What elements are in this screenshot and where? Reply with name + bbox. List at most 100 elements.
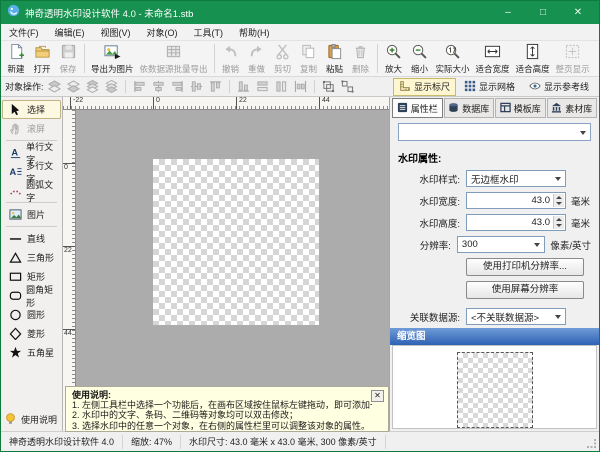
- menu-file[interactable]: 文件(F): [1, 24, 47, 40]
- equal-spacing-icon[interactable]: [292, 79, 309, 94]
- batch-export-icon: [165, 43, 182, 62]
- tool-pan[interactable]: 滚屏: [2, 119, 61, 138]
- save-floppy-icon: [60, 43, 77, 62]
- resize-grip-icon[interactable]: [587, 439, 597, 451]
- tool-rounded-rectangle[interactable]: 圆角矩形: [2, 286, 61, 305]
- canvas[interactable]: [76, 110, 389, 431]
- menu-object[interactable]: 对象(O): [139, 24, 186, 40]
- layer-back-icon[interactable]: [103, 79, 120, 94]
- cut-button[interactable]: 剪切: [270, 42, 296, 76]
- export-image-button[interactable]: 导出为图片: [88, 42, 137, 76]
- layer-forward-icon[interactable]: [46, 79, 63, 94]
- spinner-arrows-icon[interactable]: [553, 194, 564, 207]
- height-spinner[interactable]: 43.0: [466, 214, 566, 231]
- menu-view[interactable]: 视图(V): [93, 24, 139, 40]
- diamond-icon: [8, 327, 23, 340]
- object-selector-combobox[interactable]: [398, 123, 591, 141]
- undo-button[interactable]: 撤销: [218, 42, 244, 76]
- watermark-artboard[interactable]: [153, 159, 319, 325]
- zoom-in-icon: [385, 43, 402, 62]
- redo-icon: [248, 43, 265, 62]
- single-line-text-icon: A: [8, 146, 22, 159]
- align-right-icon[interactable]: [169, 79, 186, 94]
- ruler-mark: 22: [63, 246, 76, 255]
- show-grid-toggle[interactable]: 显示网格: [458, 78, 521, 96]
- horizontal-ruler: -22 0 22 44: [63, 97, 389, 110]
- fit-width-button[interactable]: 适合宽度: [473, 42, 513, 76]
- menu-tools[interactable]: 工具(T): [186, 24, 232, 40]
- equal-height-icon[interactable]: [273, 79, 290, 94]
- show-guides-toggle[interactable]: 显示参考线: [523, 78, 595, 96]
- save-button[interactable]: 保存: [55, 42, 81, 76]
- actual-size-button[interactable]: 实际大小: [433, 42, 473, 76]
- height-row: 水印高度: 43.0 毫米: [398, 214, 591, 231]
- use-printer-resolution-button[interactable]: 使用打印机分辨率...: [466, 258, 584, 276]
- toolbar-divider: [84, 44, 85, 73]
- menu-help[interactable]: 帮助(H): [231, 24, 278, 40]
- image-icon: [8, 208, 23, 221]
- usage-help-button[interactable]: 使用说明: [4, 412, 59, 427]
- paste-button[interactable]: 粘贴: [322, 42, 348, 76]
- arc-text-icon: [8, 184, 22, 197]
- width-spinner[interactable]: 43.0: [466, 192, 566, 209]
- star-icon: [8, 346, 23, 359]
- batch-export-button[interactable]: 依数据源批量导出: [137, 42, 211, 76]
- delete-button[interactable]: 删除: [348, 42, 374, 76]
- tool-image[interactable]: 图片: [2, 205, 61, 224]
- tool-select[interactable]: 选择: [2, 100, 61, 119]
- show-ruler-toggle[interactable]: 显示标尺: [393, 78, 456, 96]
- tool-arc-text[interactable]: 圆弧文字: [2, 181, 61, 200]
- resolution-combobox[interactable]: 300: [457, 236, 545, 253]
- svg-text:A: A: [11, 147, 18, 157]
- use-screen-resolution-button[interactable]: 使用屏幕分辨率: [466, 281, 584, 299]
- datasource-combobox[interactable]: <不关联数据源>: [466, 308, 566, 325]
- status-bar: 神奇透明水印设计软件 4.0 缩放: 47% 水印尺寸: 43.0 毫米 x 4…: [1, 431, 599, 451]
- menu-edit[interactable]: 编辑(E): [47, 24, 93, 40]
- chevron-down-icon: [580, 131, 586, 135]
- material-library-icon: [551, 102, 562, 115]
- whole-page-button[interactable]: 整页显示: [553, 42, 593, 76]
- ungroup-icon[interactable]: [339, 79, 356, 94]
- tool-triangle[interactable]: 三角形: [2, 248, 61, 267]
- window-title: 神奇透明水印设计软件 4.0 - 未命名1.stb: [25, 6, 488, 20]
- new-button[interactable]: 新建: [3, 42, 29, 76]
- copy-button[interactable]: 复制: [296, 42, 322, 76]
- grid-icon: [464, 80, 476, 94]
- align-left-icon[interactable]: [131, 79, 148, 94]
- close-icon[interactable]: ✕: [563, 3, 593, 22]
- toolbar-divider: [214, 44, 215, 73]
- tab-properties[interactable]: 属性栏: [392, 98, 443, 118]
- tool-star[interactable]: 五角星: [2, 343, 61, 362]
- minimize-icon[interactable]: –: [493, 3, 523, 22]
- open-button[interactable]: 打开: [29, 42, 55, 76]
- tool-line[interactable]: 直线: [2, 229, 61, 248]
- spinner-arrows-icon[interactable]: [553, 216, 564, 229]
- width-unit: 毫米: [571, 194, 590, 208]
- maximize-icon[interactable]: □: [528, 3, 558, 22]
- zoom-out-button[interactable]: 缩小: [407, 42, 433, 76]
- align-vcenter-icon[interactable]: [188, 79, 205, 94]
- align-top-icon[interactable]: [207, 79, 224, 94]
- tab-templates[interactable]: 模板库: [495, 98, 546, 118]
- tab-database[interactable]: 数据库: [444, 98, 495, 118]
- zoom-in-button[interactable]: 放大: [381, 42, 407, 76]
- tool-diamond[interactable]: 菱形: [2, 324, 61, 343]
- align-bottom-icon[interactable]: [235, 79, 252, 94]
- section-title: 水印属性:: [398, 150, 591, 165]
- fit-height-button[interactable]: 适合高度: [513, 42, 553, 76]
- layer-front-icon[interactable]: [84, 79, 101, 94]
- style-combobox[interactable]: 无边框水印: [466, 170, 566, 187]
- redo-button[interactable]: 重做: [244, 42, 270, 76]
- tab-materials[interactable]: 素材库: [547, 98, 598, 118]
- help-box-close-icon[interactable]: ✕: [371, 390, 384, 402]
- align-hcenter-icon[interactable]: [150, 79, 167, 94]
- chevron-down-icon: [534, 243, 540, 247]
- equal-width-icon[interactable]: [254, 79, 271, 94]
- layer-backward-icon[interactable]: [65, 79, 82, 94]
- group-icon[interactable]: [320, 79, 337, 94]
- object-toolbar: 对象操作: 显示标尺 显示网格 显示参考线: [1, 77, 599, 97]
- paste-clipboard-icon: [326, 43, 343, 62]
- ruler-mark: 44: [319, 97, 330, 110]
- status-app-name: 神奇透明水印设计软件 4.0: [1, 435, 123, 449]
- palette-divider: [6, 226, 57, 227]
